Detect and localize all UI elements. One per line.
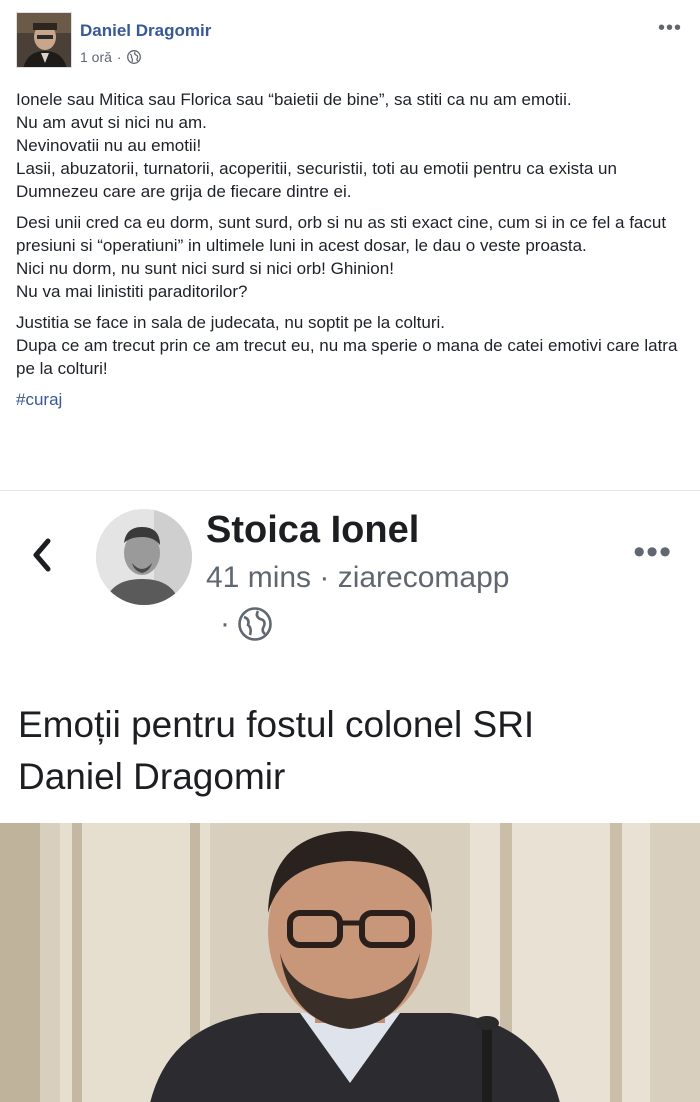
text-line: Justitia se face in sala de judecata, nu… xyxy=(16,313,446,332)
shared-author-avatar[interactable] xyxy=(96,509,192,605)
post-body: Ionele sau Mitica sau Florica sau “baiet… xyxy=(16,88,684,419)
chevron-left-icon[interactable] xyxy=(28,535,56,575)
shared-author-name[interactable]: Stoica Ionel xyxy=(206,509,419,552)
paragraph-2: Desi unii cred ca eu dorm, sunt surd, or… xyxy=(16,211,684,303)
text-line: Nevinovatii nu au emotii! xyxy=(16,136,202,155)
shared-more-icon[interactable]: ••• xyxy=(633,535,672,569)
article-photo[interactable] xyxy=(0,823,700,1102)
text-line: Lasii, abuzatorii, turnatorii, acoperiti… xyxy=(16,159,617,201)
shared-meta: 41 mins · ziarecomapp xyxy=(206,561,510,594)
meta-separator: · xyxy=(116,49,122,65)
text-line: Ionele sau Mitica sau Florica sau “baiet… xyxy=(16,90,572,109)
headline-line: Emoții pentru fostul colonel SRI xyxy=(18,704,535,745)
author-name[interactable]: Daniel Dragomir xyxy=(80,21,211,41)
text-line: Dupa ce am trecut prin ce am trecut eu, … xyxy=(16,336,678,378)
paragraph-3: Justitia se face in sala de judecata, nu… xyxy=(16,311,684,380)
text-line: Nici nu dorm, nu sunt nici surd si nici … xyxy=(16,259,394,278)
post-meta: 1 oră · xyxy=(80,49,141,65)
text-line: Nu va mai linistiti paraditorilor? xyxy=(16,282,248,301)
author-avatar[interactable] xyxy=(16,12,72,68)
post-header: Daniel Dragomir 1 oră · ••• xyxy=(16,12,684,72)
paragraph-1: Ionele sau Mitica sau Florica sau “baiet… xyxy=(16,88,684,203)
shared-screenshot[interactable]: Stoica Ionel 41 mins · ziarecomapp · •••… xyxy=(0,490,700,1102)
post-more-icon[interactable]: ••• xyxy=(658,18,682,38)
globe-icon xyxy=(238,607,272,641)
hashtag-link[interactable]: #curaj xyxy=(16,390,62,409)
hashtag-paragraph: #curaj xyxy=(16,388,684,411)
text-line: Desi unii cred ca eu dorm, sunt surd, or… xyxy=(16,213,667,255)
shared-meta-privacy: · xyxy=(220,607,272,641)
post-time[interactable]: 1 oră xyxy=(80,49,112,65)
globe-icon xyxy=(126,50,141,64)
text-line: Nu am avut si nici nu am. xyxy=(16,113,207,132)
article-headline[interactable]: Emoții pentru fostul colonel SRI Daniel … xyxy=(18,699,678,803)
headline-line: Daniel Dragomir xyxy=(18,756,286,797)
meta-separator: · xyxy=(220,607,230,640)
